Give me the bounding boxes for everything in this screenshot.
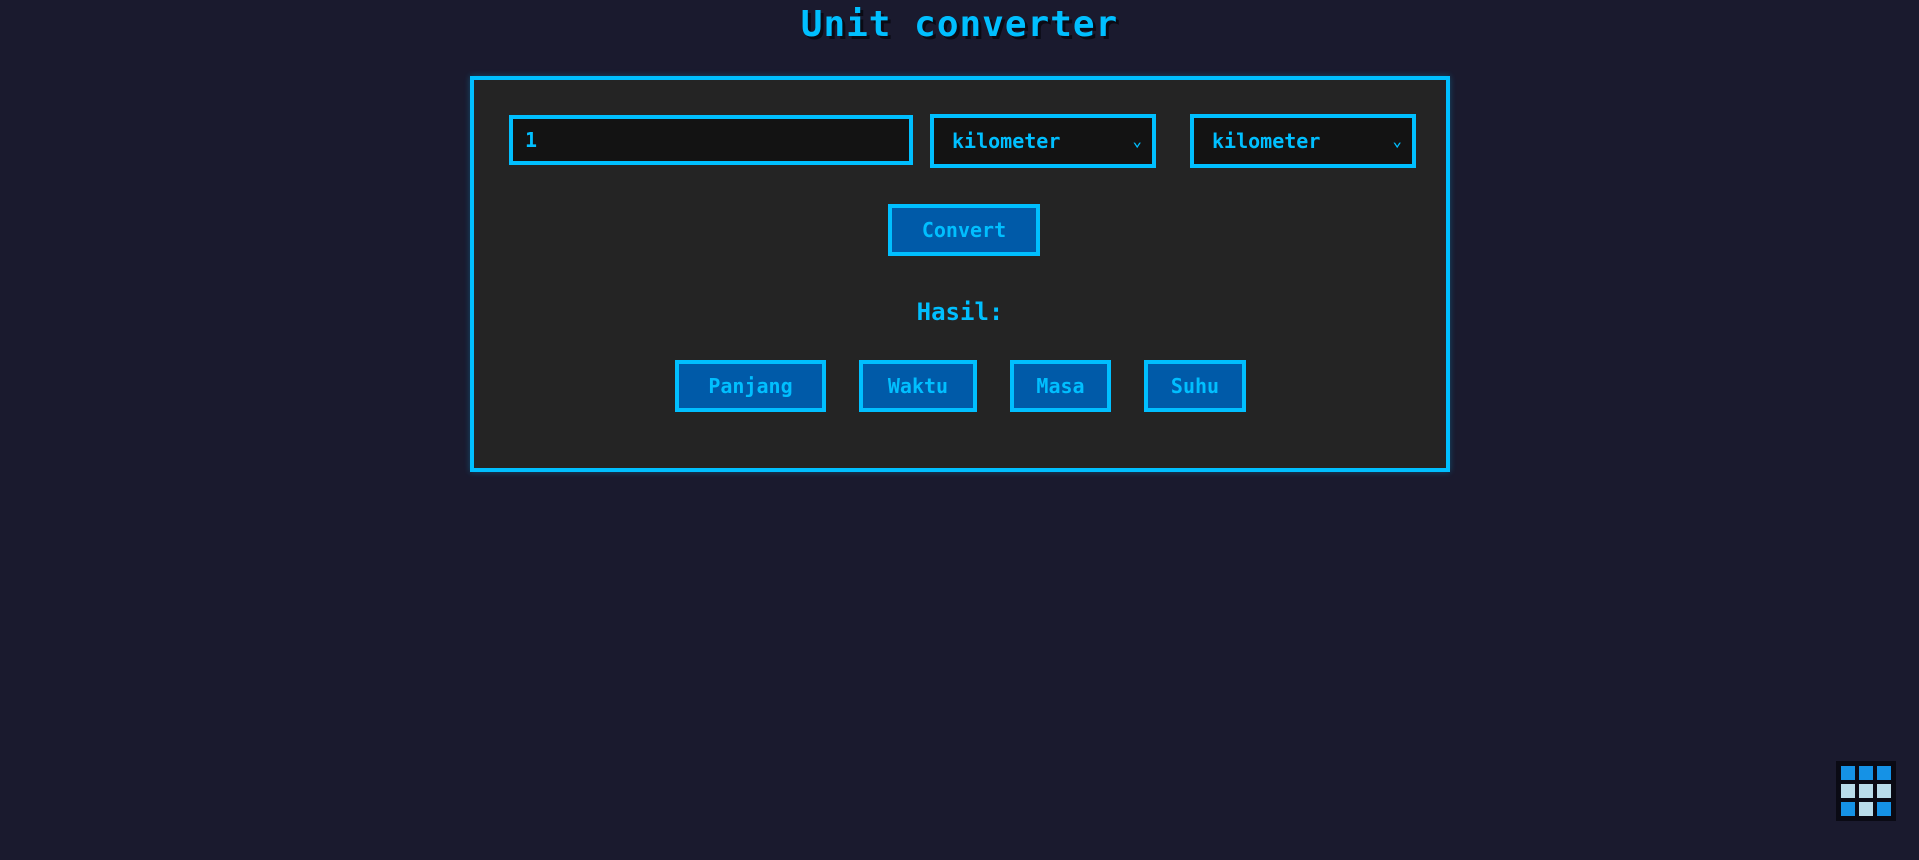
category-panjang-button[interactable]: Panjang xyxy=(675,360,826,412)
chevron-down-icon: ⌄ xyxy=(1392,131,1402,150)
from-unit-value: kilometer xyxy=(952,129,1061,153)
from-unit-select[interactable]: kilometer ⌄ xyxy=(930,114,1156,168)
convert-button[interactable]: Convert xyxy=(888,204,1040,256)
category-waktu-button[interactable]: Waktu xyxy=(859,360,977,412)
to-unit-value: kilometer xyxy=(1212,129,1321,153)
grid-icon[interactable] xyxy=(1836,761,1896,821)
chevron-down-icon: ⌄ xyxy=(1132,131,1142,150)
page-title: Unit converter xyxy=(800,4,1119,45)
value-input[interactable] xyxy=(509,115,913,165)
category-suhu-button[interactable]: Suhu xyxy=(1144,360,1246,412)
result-label: Hasil: xyxy=(916,298,1004,326)
to-unit-select[interactable]: kilometer ⌄ xyxy=(1190,114,1416,168)
converter-panel: kilometer ⌄ kilometer ⌄ Convert Hasil: P… xyxy=(470,76,1450,472)
category-masa-button[interactable]: Masa xyxy=(1010,360,1111,412)
